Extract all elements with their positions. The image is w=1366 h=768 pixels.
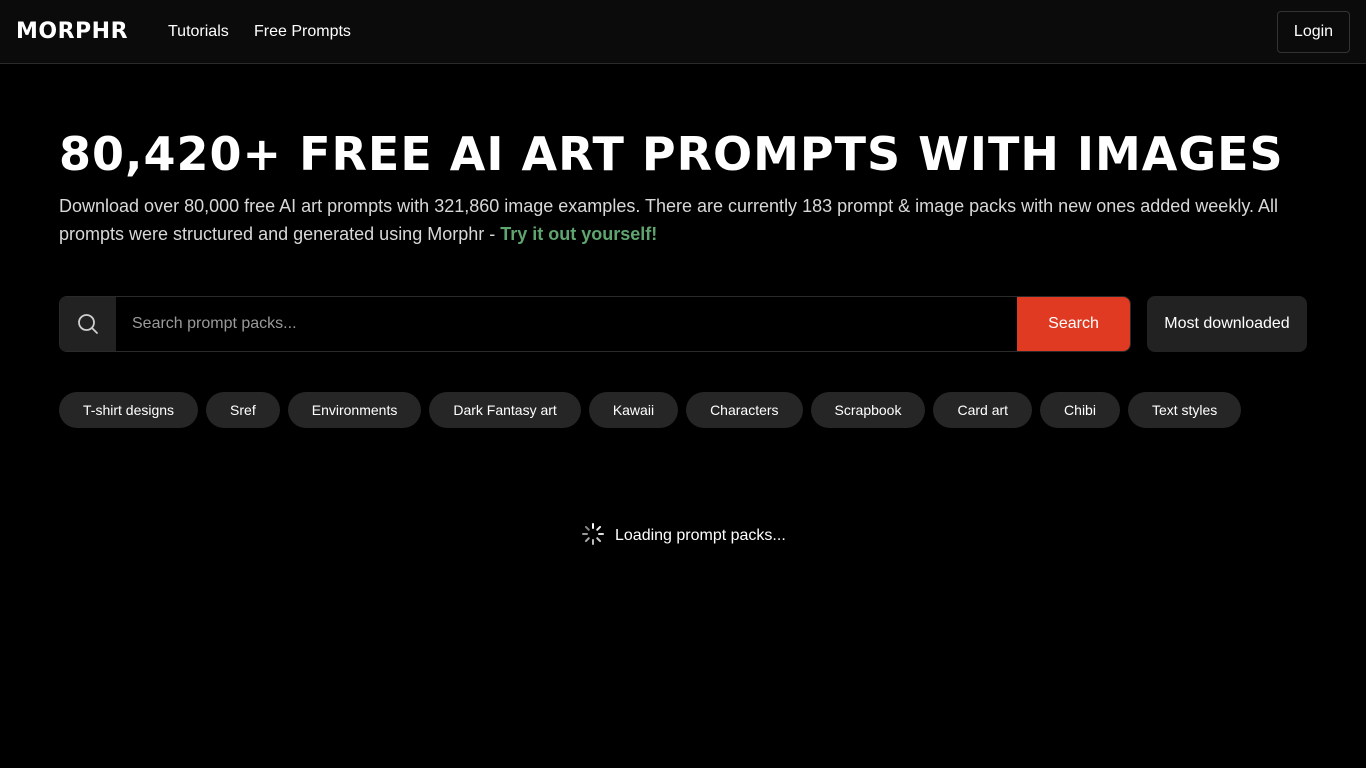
nav-link-free-prompts[interactable]: Free Prompts: [254, 21, 351, 43]
loading-text: Loading prompt packs...: [615, 527, 786, 544]
page-title: 80,420+ FREE AI ART PROMPTS WITH IMAGES: [59, 127, 1284, 181]
tag-text-styles[interactable]: Text styles: [1127, 392, 1242, 428]
try-it-link[interactable]: Try it out yourself!: [500, 224, 657, 244]
search-input[interactable]: [116, 297, 1017, 351]
search-button[interactable]: Search: [1017, 297, 1130, 351]
nav-link-tutorials[interactable]: Tutorials: [168, 21, 229, 43]
tag-sref[interactable]: Sref: [206, 392, 280, 428]
tag-scrapbook[interactable]: Scrapbook: [810, 392, 926, 428]
hero-description-text: Download over 80,000 free AI art prompts…: [59, 196, 1278, 244]
loading-indicator: Loading prompt packs...: [581, 522, 786, 551]
tag-characters[interactable]: Characters: [686, 392, 803, 428]
hero-description: Download over 80,000 free AI art prompts…: [59, 192, 1299, 248]
spinner-icon: [581, 522, 605, 551]
morphr-logo[interactable]: MORPHR: [16, 18, 128, 46]
tag-environments[interactable]: Environments: [287, 392, 422, 428]
tag-dark-fantasy-art[interactable]: Dark Fantasy art: [429, 392, 581, 428]
sort-dropdown[interactable]: Most downloaded: [1147, 296, 1307, 352]
tag-t-shirt-designs[interactable]: T-shirt designs: [59, 392, 199, 428]
search-icon: [60, 297, 116, 351]
top-navbar: MORPHR Tutorials Free Prompts Login: [0, 0, 1366, 64]
tag-kawaii[interactable]: Kawaii: [588, 392, 679, 428]
search-bar: Search: [59, 296, 1131, 352]
category-tags: T-shirt designs Sref Environments Dark F…: [59, 392, 1242, 428]
tag-card-art[interactable]: Card art: [933, 392, 1033, 428]
login-button[interactable]: Login: [1277, 11, 1350, 53]
tag-chibi[interactable]: Chibi: [1040, 392, 1120, 428]
